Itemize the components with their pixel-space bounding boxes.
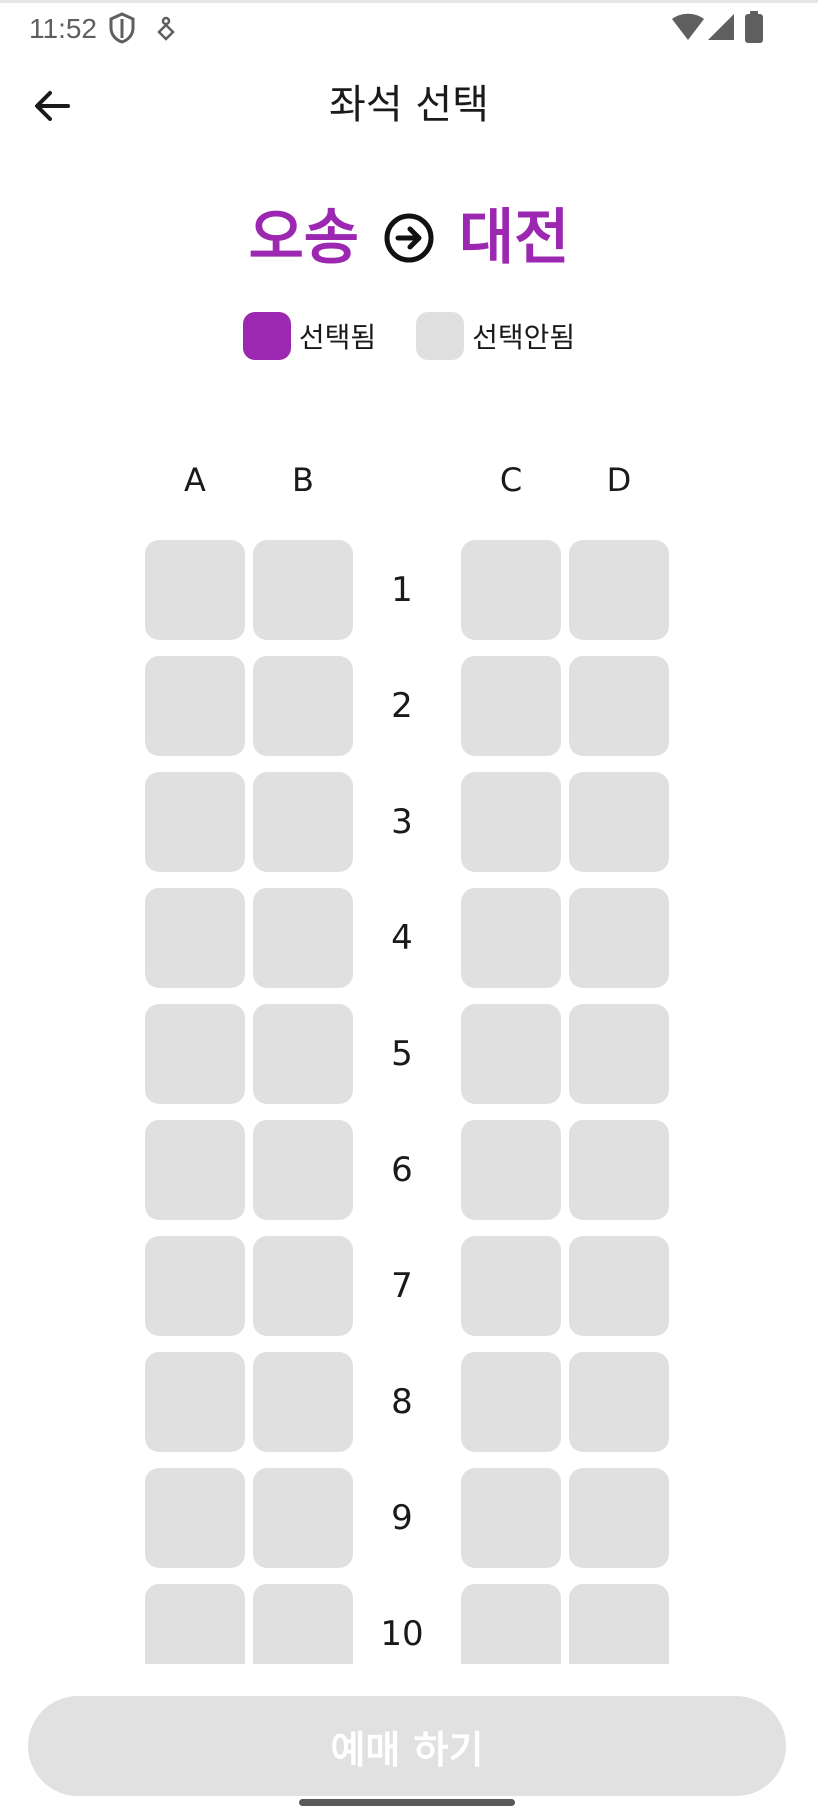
notification-icon [154,15,178,47]
seat-row: 6 [145,1120,669,1236]
row-number: 2 [391,686,413,726]
seat-d4[interactable] [569,888,669,988]
row-number: 6 [391,1150,413,1190]
seat-d1[interactable] [569,540,669,640]
seat-b6[interactable] [253,1120,353,1220]
seat-row: 1 [145,540,669,656]
seat-b9[interactable] [253,1468,353,1568]
seat-c5[interactable] [461,1004,561,1104]
seat-rows: 1 2 3 4 5 6 7 8 9 10 [145,540,669,1664]
column-header-d: D [606,461,632,499]
arrival-station: 대전 [459,203,570,273]
row-number: 10 [380,1614,424,1654]
legend-selected-swatch [242,312,291,360]
wifi-icon [671,13,705,45]
battery-icon [745,11,763,47]
seat-a2[interactable] [145,656,245,756]
legend-unselected: 선택안됨 [416,312,575,360]
legend-unselected-swatch [416,312,465,360]
status-time: 11:52 [29,13,97,44]
seat-a6[interactable] [145,1120,245,1220]
seat-c8[interactable] [461,1352,561,1452]
seat-row: 8 [145,1352,669,1468]
row-number: 5 [391,1034,413,1074]
seat-row: 2 [145,656,669,772]
seat-d3[interactable] [569,772,669,872]
row-number: 4 [391,918,413,958]
seat-c2[interactable] [461,656,561,756]
status-bar: 11:52 [0,0,818,52]
seat-d9[interactable] [569,1468,669,1568]
seat-d10[interactable] [569,1584,669,1664]
seat-c10[interactable] [461,1584,561,1664]
seat-b1[interactable] [253,540,353,640]
seat-d7[interactable] [569,1236,669,1336]
seat-row: 4 [145,888,669,1004]
shield-icon [108,11,136,49]
seat-b3[interactable] [253,772,353,872]
seat-d8[interactable] [569,1352,669,1452]
route-header: 오송 대전 [0,200,818,276]
seat-a10[interactable] [145,1584,245,1664]
seat-a7[interactable] [145,1236,245,1336]
seat-row: 7 [145,1236,669,1352]
seat-b8[interactable] [253,1352,353,1452]
seat-a1[interactable] [145,540,245,640]
seat-a4[interactable] [145,888,245,988]
seat-a8[interactable] [145,1352,245,1452]
seat-c9[interactable] [461,1468,561,1568]
column-header-c: C [499,461,523,499]
seat-b2[interactable] [253,656,353,756]
home-indicator [299,1799,515,1806]
row-number: 1 [391,570,413,610]
seat-row: 5 [145,1004,669,1120]
seat-d2[interactable] [569,656,669,756]
legend-selected: 선택됨 [242,312,377,360]
seat-row: 3 [145,772,669,888]
row-number: 7 [391,1266,413,1306]
seat-b10[interactable] [253,1584,353,1664]
page-title: 좌석 선택 [329,82,489,128]
seat-b5[interactable] [253,1004,353,1104]
column-header-a: A [184,461,206,499]
legend-selected-label: 선택됨 [298,321,377,354]
row-number: 3 [391,802,413,842]
seat-row: 10 [145,1584,669,1664]
seat-b7[interactable] [253,1236,353,1336]
seat-a5[interactable] [145,1004,245,1104]
seat-a3[interactable] [145,772,245,872]
seat-d6[interactable] [569,1120,669,1220]
seat-c7[interactable] [461,1236,561,1336]
signal-icon [707,13,735,45]
seat-a9[interactable] [145,1468,245,1568]
legend-unselected-label: 선택안됨 [472,321,576,354]
seat-map: A B C D 1 2 3 4 5 6 7 8 9 10 [145,460,669,1664]
seat-c6[interactable] [461,1120,561,1220]
book-button[interactable]: 예매 하기 [28,1696,786,1796]
seat-d5[interactable] [569,1004,669,1104]
seat-c4[interactable] [461,888,561,988]
seat-legend: 선택됨 선택안됨 [0,312,818,360]
app-bar: 좌석 선택 [0,52,818,158]
back-button[interactable] [22,78,82,138]
seat-b4[interactable] [253,888,353,988]
arrow-circle-right-icon [383,212,435,264]
seat-row: 9 [145,1468,669,1584]
column-header-b: B [292,461,314,499]
seat-column-headers: A B C D [145,460,669,540]
seat-c1[interactable] [461,540,561,640]
row-number: 9 [391,1498,413,1538]
row-number: 8 [391,1382,413,1422]
seat-c3[interactable] [461,772,561,872]
arrow-back-icon [32,86,72,130]
departure-station: 오송 [248,203,359,273]
